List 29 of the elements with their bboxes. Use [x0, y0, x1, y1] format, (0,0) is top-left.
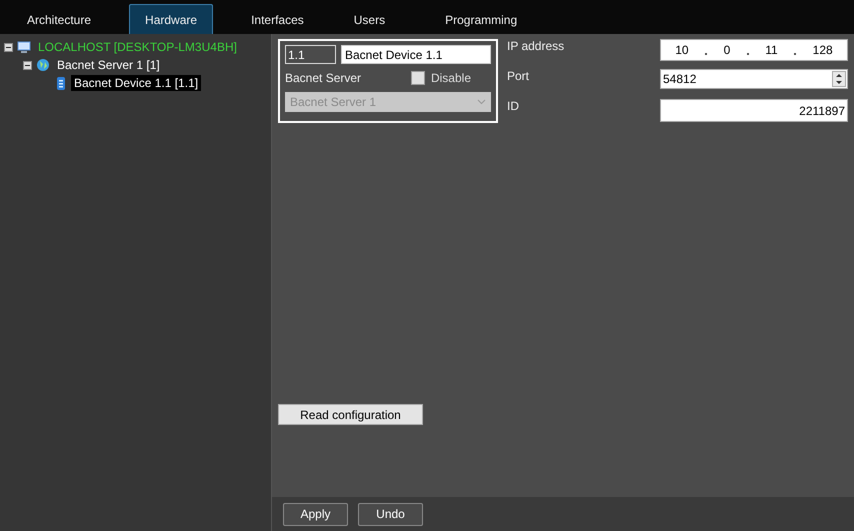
collapse-toggle[interactable] [4, 42, 13, 52]
monitor-icon [17, 40, 31, 54]
tab[interactable]: Users [338, 4, 402, 34]
field-label: IP address [507, 39, 564, 53]
field-label: Bacnet Server [285, 71, 362, 85]
checkbox-label: Disable [430, 71, 471, 85]
tree-item[interactable]: Bacnet Server 1 [1] [54, 57, 163, 73]
collapse-toggle[interactable] [23, 60, 32, 70]
id-field[interactable]: 2211897 [660, 99, 848, 122]
tab[interactable]: Interfaces [235, 4, 320, 34]
ip-address-field[interactable]: 10 0 11 128 [660, 39, 848, 61]
field-label: Port [507, 69, 530, 83]
chevron-icon [477, 99, 486, 105]
number-field[interactable]: 1.1 [285, 45, 336, 64]
tree-item[interactable]: LOCALHOST [DESKTOP-LM3U4BH] [35, 39, 240, 55]
tab[interactable]: Hardware [129, 4, 214, 34]
port-spinner[interactable]: 54812 [660, 69, 848, 89]
read-configuration-button[interactable]: Read configuration [278, 404, 423, 425]
tree-item[interactable]: Bacnet Device 1.1 [1.1] [71, 75, 202, 91]
device-icon [55, 76, 67, 90]
checkbox[interactable] [410, 71, 425, 85]
name-field[interactable]: Bacnet Device 1.1 [341, 45, 491, 64]
action-button[interactable]: Undo [358, 502, 423, 526]
spinner-arrows-icon [832, 71, 846, 87]
field-label: ID [507, 99, 519, 113]
globe-icon [36, 58, 50, 72]
tab[interactable]: Architecture [11, 4, 108, 34]
action-button[interactable]: Apply [283, 502, 348, 526]
tab[interactable]: Programming [429, 4, 534, 34]
